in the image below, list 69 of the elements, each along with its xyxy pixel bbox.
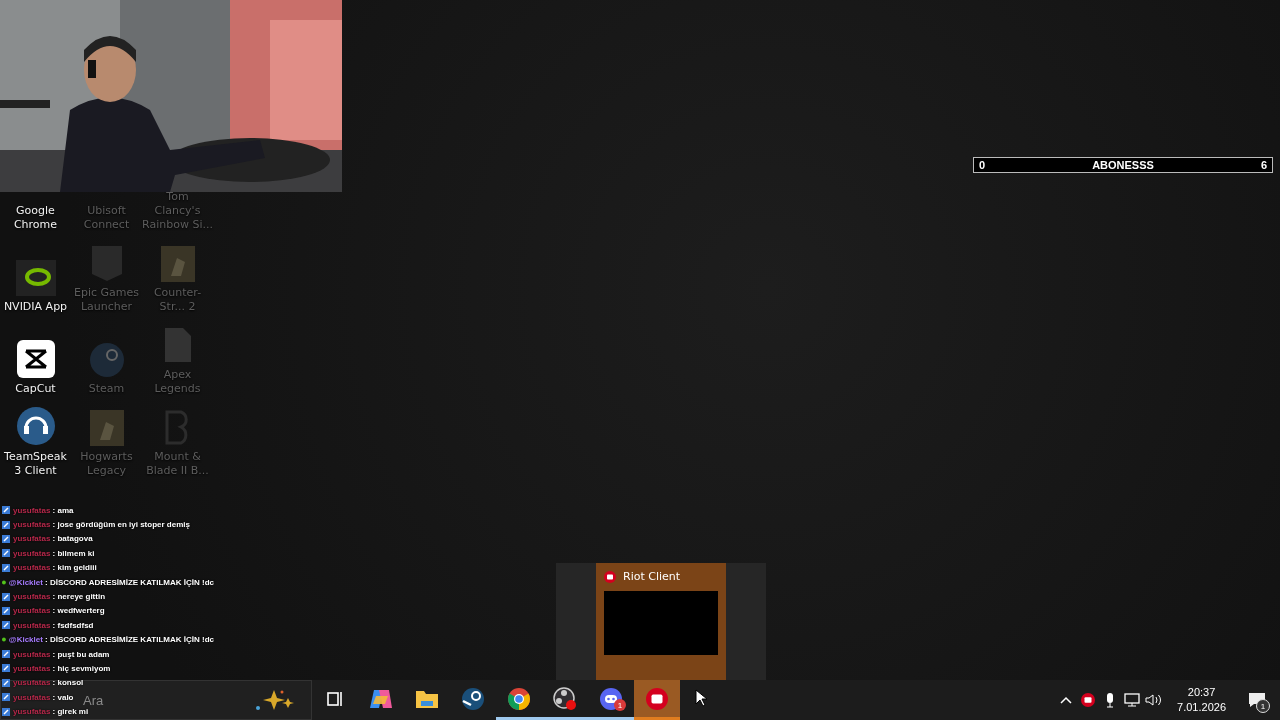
kick-badge-icon bbox=[2, 534, 10, 543]
chat-message: yusufatas : valo bbox=[13, 692, 74, 702]
nvidia-logo-icon bbox=[15, 260, 56, 296]
icon-label[interactable]: Ubisoft Connect bbox=[71, 204, 142, 232]
chat-message: yusufatas : nereye gittin bbox=[13, 592, 106, 602]
kick-badge-icon bbox=[2, 606, 10, 615]
headset-icon bbox=[15, 406, 56, 446]
chat-message: yusufatas : hiç sevmiyom bbox=[13, 664, 111, 673]
kick-badge-icon bbox=[2, 563, 10, 572]
kick-badge-icon bbox=[2, 678, 10, 687]
icon-label[interactable]: NVIDIA App bbox=[0, 300, 71, 314]
kick-badge-icon bbox=[2, 592, 10, 601]
icon-label[interactable]: Steam bbox=[71, 382, 142, 396]
counter-label: ABONESSS bbox=[1092, 159, 1154, 171]
kick-badge-icon bbox=[2, 621, 10, 630]
speaker-icon bbox=[1145, 693, 1164, 707]
chat-message: yusufatas : wedfwerterg bbox=[13, 606, 105, 616]
chat-message: yusufatas : bilmem ki bbox=[13, 548, 95, 558]
game-icon bbox=[89, 410, 124, 446]
mouse-pointer bbox=[695, 689, 707, 707]
file-icon bbox=[162, 326, 193, 364]
notifications-button[interactable]: 1 bbox=[1234, 680, 1280, 720]
chat-message: yusufatas : ama bbox=[13, 505, 74, 515]
icon-label[interactable]: Counter-Str... 2 bbox=[142, 286, 213, 314]
icon-label[interactable]: CapCut bbox=[0, 382, 71, 396]
capcut-icon bbox=[16, 340, 55, 378]
chat-message: @Kicklet : DİSCORD ADRESİMİZE KATILMAK İÇİN !dc bbox=[8, 577, 214, 587]
chat-message: yusufatas : batagova bbox=[13, 534, 93, 544]
shield-icon bbox=[89, 244, 124, 282]
chat-message: yusufatas : jose gördüğüm en iyi stoper demiş bbox=[13, 520, 190, 530]
kick-badge-icon bbox=[2, 693, 10, 702]
steam-icon bbox=[461, 686, 485, 711]
microphone-icon bbox=[1105, 692, 1116, 708]
game-icon bbox=[160, 246, 195, 282]
chat-message: @Kicklet : DİSCORD ADRESİMİZE KATILMAK İÇİN !dc bbox=[8, 635, 214, 645]
chat-message: yusufatas : girek mi bbox=[13, 707, 89, 717]
chevron-up-icon bbox=[1060, 696, 1073, 704]
chat-message: yusufatas : puşt bu adam bbox=[13, 649, 110, 659]
unread-badge: 1 bbox=[614, 699, 626, 711]
chat-message: yusufatas : konsol bbox=[13, 678, 84, 688]
thumbnail-card[interactable]: Riot Client bbox=[596, 563, 726, 680]
kick-badge-icon bbox=[2, 664, 10, 673]
icon-label[interactable]: Mount & Blade II B... bbox=[142, 450, 213, 478]
obs-icon bbox=[553, 686, 577, 711]
task-view-icon bbox=[326, 689, 344, 708]
thumbnail-title: Riot Client bbox=[623, 570, 681, 583]
chat-message: yusufatas : fsdfsdfsd bbox=[13, 620, 94, 630]
icon-label[interactable]: Epic Games Launcher bbox=[71, 286, 142, 314]
icon-label[interactable]: TeamSpeak 3 Client bbox=[0, 450, 71, 478]
chat-message: yusufatas : kim geldiii bbox=[13, 563, 97, 573]
icon-label[interactable]: Google Chrome bbox=[0, 204, 71, 232]
kick-badge-icon bbox=[2, 650, 10, 659]
folder-icon bbox=[415, 688, 439, 709]
copilot-icon bbox=[369, 687, 393, 710]
kick-badge-icon bbox=[2, 520, 10, 529]
counter-goal: 6 bbox=[1260, 159, 1267, 171]
verified-dot-icon bbox=[2, 578, 6, 586]
steam-icon bbox=[88, 342, 125, 378]
kick-badge-icon bbox=[2, 506, 10, 515]
icon-label[interactable]: Tom Clancy's Rainbow Si... bbox=[142, 190, 213, 232]
verified-dot-icon bbox=[2, 636, 6, 644]
kick-badge-icon bbox=[2, 549, 10, 558]
icon-label[interactable]: Hogwarts Legacy bbox=[71, 450, 142, 478]
counter-start: 0 bbox=[979, 159, 986, 171]
notification-count: 1 bbox=[1256, 699, 1270, 713]
chrome-icon bbox=[507, 686, 531, 711]
icon-label[interactable]: Apex Legends bbox=[142, 368, 213, 396]
monitor-icon bbox=[1124, 693, 1141, 707]
clock[interactable]: 20:37 7.01.2026 bbox=[1169, 685, 1234, 715]
